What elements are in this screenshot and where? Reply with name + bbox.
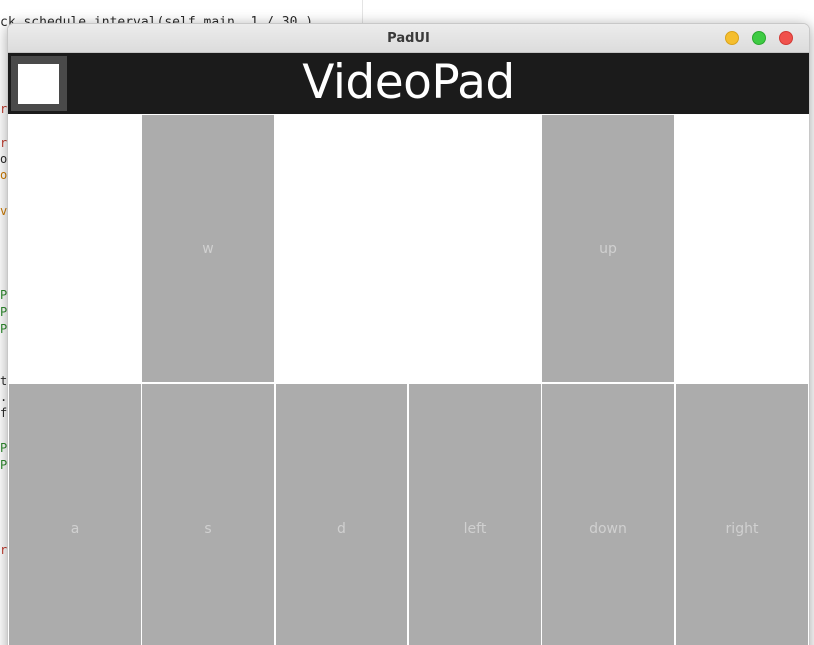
close-button[interactable]: [779, 31, 793, 45]
key-w[interactable]: w: [142, 115, 274, 382]
maximize-button[interactable]: [752, 31, 766, 45]
editor-divider: [362, 0, 363, 24]
key-right[interactable]: right: [676, 384, 808, 645]
key-d[interactable]: d: [276, 384, 407, 645]
key-pad: w up a s d left down right: [8, 114, 809, 645]
app-title: VideoPad: [302, 55, 515, 110]
window-titlebar[interactable]: PadUI: [8, 24, 809, 53]
key-up[interactable]: up: [542, 115, 674, 382]
padui-window: PadUI VideoPad w up a s d left down righ…: [7, 23, 810, 645]
key-left[interactable]: left: [409, 384, 541, 645]
minimize-button[interactable]: [725, 31, 739, 45]
desktop: ck.schedule_interval(self.main, 1 / 30 )…: [0, 0, 814, 645]
window-title: PadUI: [387, 31, 430, 46]
key-a[interactable]: a: [9, 384, 141, 645]
key-down[interactable]: down: [542, 384, 674, 645]
app-header: VideoPad: [8, 53, 809, 114]
key-s[interactable]: s: [142, 384, 274, 645]
